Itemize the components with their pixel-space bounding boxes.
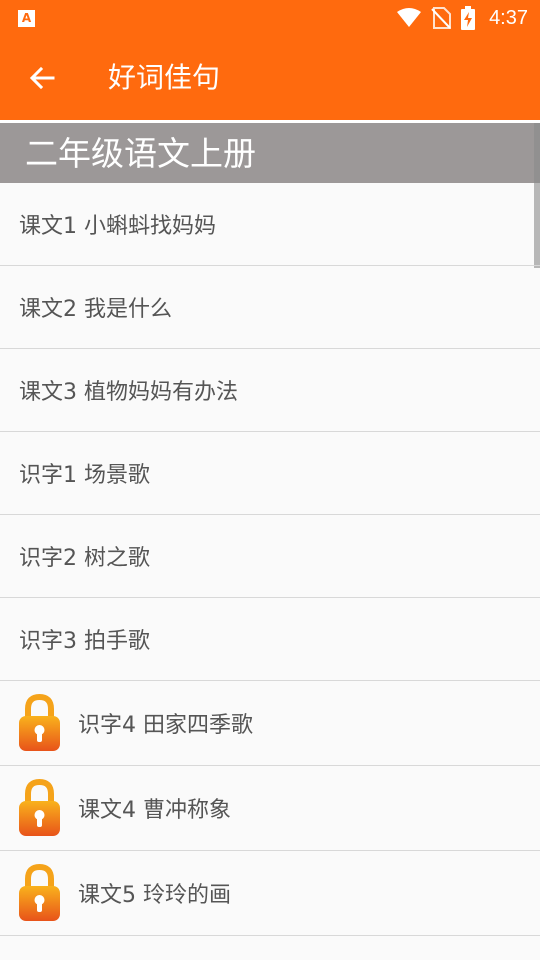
list-item-label: 课文3 植物妈妈有办法: [19, 380, 238, 405]
list-item-label: 课文4 曹冲称象: [78, 798, 231, 823]
list-item[interactable]: 课文1 小蝌蚪找妈妈: [0, 183, 540, 266]
list-item[interactable]: 课文2 我是什么: [0, 266, 540, 349]
app-notification-icon: A: [18, 10, 35, 27]
wifi-icon: [397, 8, 422, 27]
lock-icon: [19, 864, 60, 921]
no-sim-icon: [431, 7, 452, 29]
list-item-locked[interactable]: 课文5 玲玲的画: [0, 851, 540, 936]
list-item[interactable]: 识字3 拍手歌: [0, 598, 540, 681]
status-bar: A 4:37: [0, 0, 540, 36]
list-item-label: 识字1 场景歌: [19, 463, 150, 488]
arrow-left-icon: [29, 66, 55, 90]
list-item-locked[interactable]: 课文4 曹冲称象: [0, 766, 540, 851]
status-time: 4:37: [489, 6, 528, 29]
battery-charging-icon: [461, 6, 476, 30]
app-bar: 好词佳句: [0, 36, 540, 120]
lesson-list: 课文1 小蝌蚪找妈妈 课文2 我是什么 课文3 植物妈妈有办法 识字1 场景歌 …: [0, 183, 540, 936]
list-item[interactable]: 识字1 场景歌: [0, 432, 540, 515]
list-item-label: 课文2 我是什么: [19, 297, 172, 322]
back-button[interactable]: [20, 56, 64, 100]
lock-icon: [19, 779, 60, 836]
page-title: 好词佳句: [108, 61, 221, 94]
list-item-label: 识字2 树之歌: [19, 546, 150, 571]
status-icons: 4:37: [397, 0, 528, 36]
list-item[interactable]: 课文3 植物妈妈有办法: [0, 349, 540, 432]
section-title: 二年级语文上册: [25, 134, 256, 173]
list-item-label: 课文1 小蝌蚪找妈妈: [19, 214, 216, 239]
list-item-label: 课文5 玲玲的画: [78, 883, 231, 908]
list-item-locked[interactable]: 识字4 田家四季歌: [0, 681, 540, 766]
list-item-label: 识字4 田家四季歌: [78, 713, 253, 738]
list-item-label: 识字3 拍手歌: [19, 629, 150, 654]
list-item[interactable]: 识字2 树之歌: [0, 515, 540, 598]
lock-icon: [19, 694, 60, 751]
section-header: 二年级语文上册: [0, 123, 540, 183]
